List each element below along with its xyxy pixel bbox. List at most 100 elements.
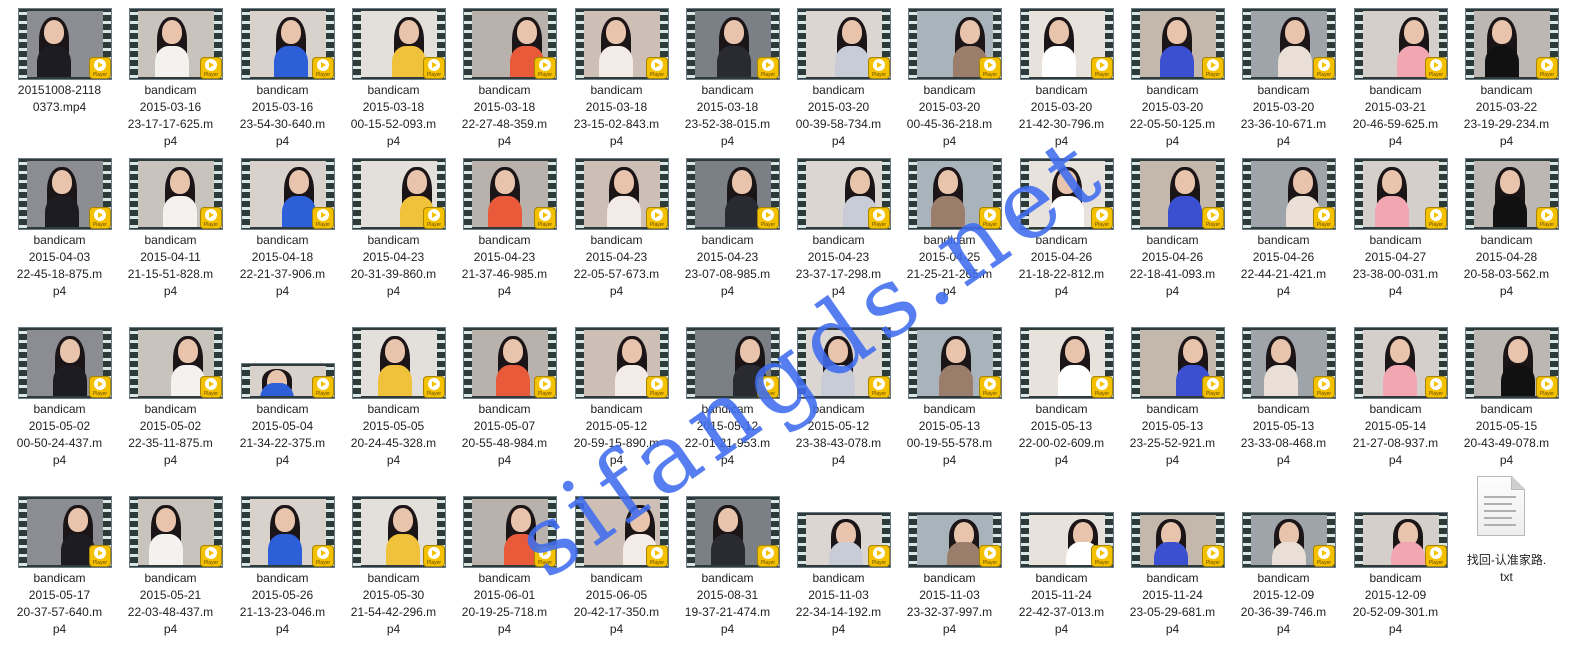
file-name-label: bandicam 2015-12-09 20-36-39-746.m p4	[1240, 571, 1327, 636]
file-name-label: bandicam 2015-05-12 23-38-43-078.m p4	[795, 402, 882, 467]
file-name-label: bandicam 2015-05-12 20-59-15-890.m p4	[573, 402, 660, 467]
player-badge-label: Player	[1316, 560, 1332, 566]
video-file-item[interactable]: Player bandicam 2015-04-23 21-37-46-985.m…	[449, 158, 560, 318]
video-file-item[interactable]: Player bandicam 2015-05-12 20-59-15-890.m…	[561, 327, 672, 487]
video-file-item[interactable]: Player bandicam 2015-04-03 22-45-18-875.m…	[4, 158, 115, 318]
video-file-item[interactable]: Player bandicam 2015-04-23 20-31-39-860.m…	[338, 158, 449, 318]
player-badge-icon: Player	[424, 377, 444, 397]
video-file-item[interactable]: Player bandicam 2015-06-01 20-19-25-718.m…	[449, 496, 560, 656]
video-thumbnail: Player	[129, 327, 223, 399]
player-badge-label: Player	[92, 222, 108, 228]
video-file-item[interactable]: Player bandicam 2015-05-02 22-35-11-875.m…	[115, 327, 226, 487]
video-thumbnail: Player	[241, 158, 335, 230]
video-file-item[interactable]: Player bandicam 2015-04-26 21-18-22-812.m…	[1006, 158, 1117, 318]
video-file-item[interactable]: Player bandicam 2015-03-20 21-42-30-796.m…	[1006, 8, 1117, 168]
video-file-item[interactable]: Player bandicam 2015-05-07 20-55-48-984.m…	[449, 327, 560, 487]
video-file-item[interactable]: Player bandicam 2015-11-03 23-32-37-997.m…	[894, 496, 1005, 656]
video-file-item[interactable]: Player bandicam 2015-06-05 20-42-17-350.m…	[561, 496, 672, 656]
player-badge-label: Player	[1428, 222, 1444, 228]
video-file-item[interactable]: Player bandicam 2015-11-24 23-05-29-681.m…	[1117, 496, 1228, 656]
video-file-item[interactable]: Player bandicam 2015-04-18 22-21-37-906.m…	[227, 158, 338, 318]
video-file-item[interactable]: Player bandicam 2015-03-20 00-45-36-218.m…	[894, 8, 1005, 168]
player-badge-label: Player	[426, 222, 442, 228]
video-thumbnail: Player	[463, 8, 557, 80]
player-badge-label: Player	[982, 391, 998, 397]
video-thumbnail: Player	[1020, 158, 1114, 230]
video-file-item[interactable]: Player bandicam 2015-03-16 23-17-17-625.m…	[115, 8, 226, 168]
video-file-item[interactable]: Player bandicam 2015-04-11 21-15-51-828.m…	[115, 158, 226, 318]
video-file-item[interactable]: Player 20151008-2118 0373.mp4	[4, 8, 115, 168]
player-badge-icon: Player	[980, 208, 1000, 228]
player-badge-label: Player	[92, 72, 108, 78]
video-file-item[interactable]: Player bandicam 2015-05-21 22-03-48-437.m…	[115, 496, 226, 656]
video-file-item[interactable]: Player bandicam 2015-05-13 23-25-52-921.m…	[1117, 327, 1228, 487]
video-file-item[interactable]: Player bandicam 2015-05-14 21-27-08-937.m…	[1340, 327, 1451, 487]
video-file-item[interactable]: Player bandicam 2015-11-24 22-42-37-013.m…	[1006, 496, 1117, 656]
player-badge-label: Player	[426, 560, 442, 566]
video-thumbnail: Player	[686, 496, 780, 568]
video-file-item[interactable]: Player bandicam 2015-04-28 20-58-03-562.m…	[1451, 158, 1562, 318]
file-name-label: bandicam 2015-05-13 00-19-55-578.m p4	[906, 402, 993, 467]
video-file-item[interactable]: Player bandicam 2015-04-26 22-18-41-093.m…	[1117, 158, 1228, 318]
video-file-item[interactable]: Player bandicam 2015-03-20 23-36-10-671.m…	[1228, 8, 1339, 168]
player-badge-label: Player	[1205, 222, 1221, 228]
video-file-item[interactable]: Player bandicam 2015-04-26 22-44-21-421.m…	[1228, 158, 1339, 318]
video-file-item[interactable]: Player bandicam 2015-04-25 21-25-21-265.m…	[894, 158, 1005, 318]
player-badge-label: Player	[203, 560, 219, 566]
player-badge-label: Player	[982, 72, 998, 78]
player-badge-icon: Player	[424, 58, 444, 78]
video-file-item[interactable]: Player bandicam 2015-05-02 00-50-24-437.m…	[4, 327, 115, 487]
player-badge-label: Player	[1539, 222, 1555, 228]
player-badge-icon: Player	[535, 377, 555, 397]
video-file-item[interactable]: Player bandicam 2015-04-23 23-37-17-298.m…	[783, 158, 894, 318]
file-name-label: bandicam 2015-03-18 00-15-52-093.m p4	[350, 83, 437, 148]
player-badge-label: Player	[1428, 72, 1444, 78]
player-badge-icon: Player	[758, 58, 778, 78]
video-file-item[interactable]: Player bandicam 2015-11-03 22-34-14-192.m…	[783, 496, 894, 656]
video-file-item[interactable]: Player bandicam 2015-05-30 21-54-42-296.m…	[338, 496, 449, 656]
video-file-item[interactable]: Player bandicam 2015-03-18 00-15-52-093.m…	[338, 8, 449, 168]
player-badge-label: Player	[1205, 560, 1221, 566]
video-file-item[interactable]: Player bandicam 2015-05-12 22-01-21-953.m…	[672, 327, 783, 487]
player-badge-icon: Player	[980, 58, 1000, 78]
player-badge-label: Player	[760, 391, 776, 397]
video-file-item[interactable]: Player bandicam 2015-05-04 21-34-22-375.m…	[227, 327, 338, 487]
file-name-label: bandicam 2015-03-20 22-05-50-125.m p4	[1129, 83, 1216, 148]
video-file-item[interactable]: Player bandicam 2015-03-18 23-52-38-015.m…	[672, 8, 783, 168]
video-thumbnail: Player	[797, 158, 891, 230]
video-file-item[interactable]: Player bandicam 2015-05-13 22-00-02-609.m…	[1006, 327, 1117, 487]
video-file-item[interactable]: Player bandicam 2015-12-09 20-36-39-746.m…	[1228, 496, 1339, 656]
player-badge-icon: Player	[313, 208, 333, 228]
file-name-label: bandicam 2015-03-20 00-39-58-734.m p4	[795, 83, 882, 148]
video-file-item[interactable]: Player bandicam 2015-03-20 22-05-50-125.m…	[1117, 8, 1228, 168]
video-file-item[interactable]: Player bandicam 2015-12-09 20-52-09-301.m…	[1340, 496, 1451, 656]
text-file-item[interactable]: 找回-认准家路. txt	[1451, 476, 1562, 656]
video-file-item[interactable]: Player bandicam 2015-03-22 23-19-29-234.m…	[1451, 8, 1562, 168]
video-file-item[interactable]: Player bandicam 2015-05-13 00-19-55-578.m…	[894, 327, 1005, 487]
player-badge-label: Player	[871, 560, 887, 566]
player-badge-label: Player	[1316, 391, 1332, 397]
video-file-item[interactable]: Player bandicam 2015-04-23 23-07-08-985.m…	[672, 158, 783, 318]
video-file-item[interactable]: Player bandicam 2015-05-12 23-38-43-078.m…	[783, 327, 894, 487]
player-badge-label: Player	[92, 391, 108, 397]
video-file-item[interactable]: Player bandicam 2015-05-15 20-43-49-078.m…	[1451, 327, 1562, 487]
file-name-label: bandicam 2015-05-07 20-55-48-984.m p4	[461, 402, 548, 467]
player-badge-label: Player	[315, 560, 331, 566]
player-badge-icon: Player	[424, 546, 444, 566]
video-file-item[interactable]: Player bandicam 2015-05-13 23-33-08-468.m…	[1228, 327, 1339, 487]
video-file-item[interactable]: Player bandicam 2015-04-23 22-05-57-673.m…	[561, 158, 672, 318]
video-file-item[interactable]: Player bandicam 2015-05-26 21-13-23-046.m…	[227, 496, 338, 656]
video-file-item[interactable]: Player bandicam 2015-04-27 23-38-00-031.m…	[1340, 158, 1451, 318]
video-file-item[interactable]: Player bandicam 2015-08-31 19-37-21-474.m…	[672, 496, 783, 656]
video-file-item[interactable]: Player bandicam 2015-03-20 00-39-58-734.m…	[783, 8, 894, 168]
player-badge-icon: Player	[90, 546, 110, 566]
video-file-item[interactable]: Player bandicam 2015-05-05 20-24-45-328.m…	[338, 327, 449, 487]
video-thumbnail: Player	[463, 158, 557, 230]
file-name-label: bandicam 2015-04-11 21-15-51-828.m p4	[127, 233, 214, 298]
video-file-item[interactable]: Player bandicam 2015-03-21 20-46-59-625.m…	[1340, 8, 1451, 168]
video-file-item[interactable]: Player bandicam 2015-03-16 23-54-30-640.m…	[227, 8, 338, 168]
player-badge-icon: Player	[1203, 58, 1223, 78]
video-file-item[interactable]: Player bandicam 2015-03-18 22-27-48-359.m…	[449, 8, 560, 168]
video-file-item[interactable]: Player bandicam 2015-05-17 20-37-57-640.m…	[4, 496, 115, 656]
video-file-item[interactable]: Player bandicam 2015-03-18 23-15-02-843.m…	[561, 8, 672, 168]
